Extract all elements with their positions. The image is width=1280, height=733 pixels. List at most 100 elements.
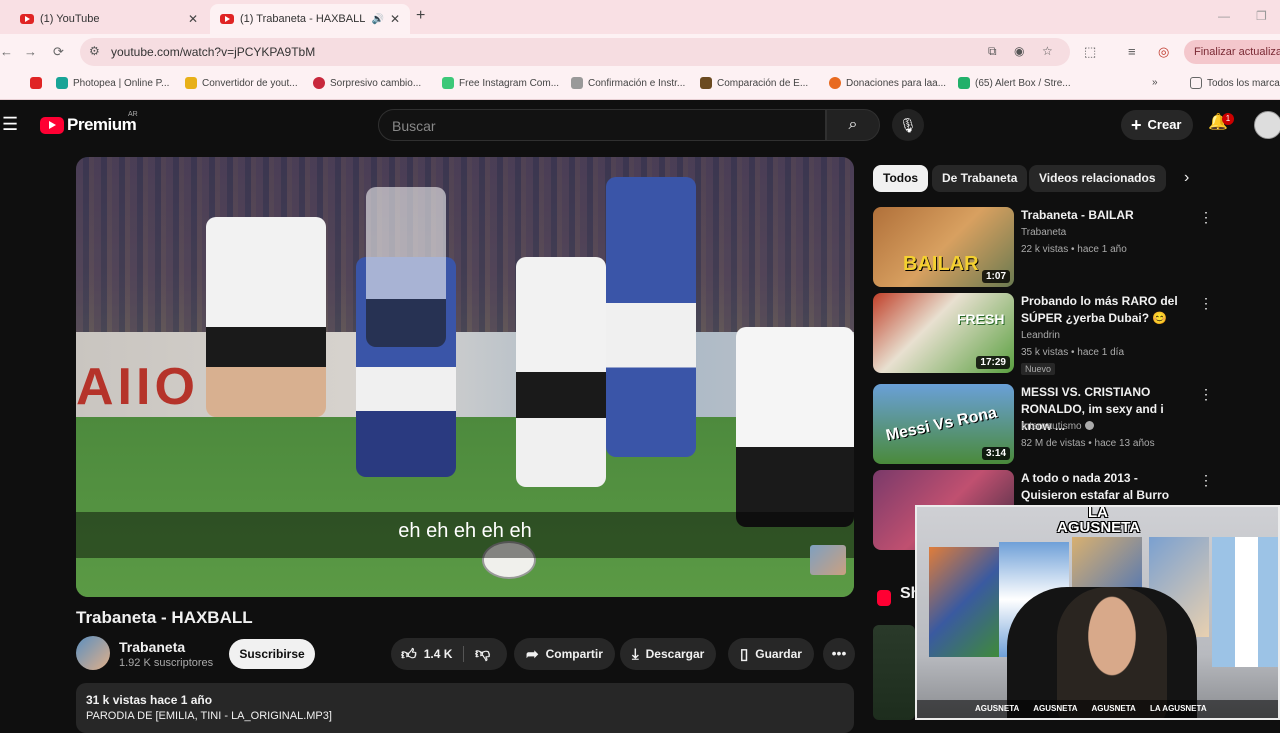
bookmark-item[interactable]: Sorpresivo cambio... xyxy=(313,77,421,89)
more-vertical-icon[interactable]: ⋮ xyxy=(1199,472,1213,489)
channel-name-text: Internautismo xyxy=(1021,421,1082,432)
bookmark-label: Sorpresivo cambio... xyxy=(330,77,422,89)
maximize-icon[interactable]: ❐ xyxy=(1256,9,1267,23)
bookmark-youtube[interactable] xyxy=(30,77,47,89)
close-tab-icon[interactable]: ✕ xyxy=(188,12,198,26)
share-button[interactable]: ➦ Compartir xyxy=(514,638,615,670)
recommendation-title: Probando lo más RARO del SÚPER ¿yerba Du… xyxy=(1021,294,1178,325)
chevron-right-icon[interactable]: › xyxy=(1184,169,1189,187)
subscribe-button[interactable]: Suscribirse xyxy=(229,639,315,669)
channel-name[interactable]: Trabaneta xyxy=(119,639,185,655)
download-icon: ⤓ xyxy=(632,646,639,663)
reload-icon[interactable]: ⟳ xyxy=(53,44,64,60)
speaker-icon[interactable]: 🔊 xyxy=(371,14,383,25)
recommendation-channel: Trabaneta xyxy=(1021,227,1067,238)
comparison-icon xyxy=(700,77,712,89)
news-icon xyxy=(313,77,325,89)
chip-de-trabaneta[interactable]: De Trabaneta xyxy=(932,165,1028,192)
more-vertical-icon[interactable]: ⋮ xyxy=(1199,386,1213,403)
chip-videos-relacionados[interactable]: Videos relacionados xyxy=(1029,165,1166,192)
thumbnail-text: Messi Vs Rona xyxy=(884,404,999,445)
thumbnail-text: BAILAR xyxy=(903,253,979,275)
eye-off-icon[interactable]: ◉ xyxy=(1014,44,1024,58)
media-control-icon[interactable]: ≡ xyxy=(1128,44,1136,59)
description-box[interactable]: 31 k vistas hace 1 año PARODIA DE [EMILI… xyxy=(76,683,854,733)
bookmark-star-icon[interactable]: ☆ xyxy=(1042,44,1053,58)
account-avatar[interactable] xyxy=(1254,111,1280,139)
extensions-icon[interactable]: ⬚ xyxy=(1084,44,1096,60)
instagram-handle: AGUSNETA xyxy=(975,704,1020,713)
player-figure xyxy=(606,177,696,457)
video-thumbnail: Messi Vs Rona 3:14 xyxy=(873,384,1014,464)
x-handle: AGUSNETA xyxy=(1033,704,1078,713)
voice-search-button[interactable]: 🎙 xyxy=(892,109,924,141)
bookmark-label: Confirmación e Instr... xyxy=(588,77,686,89)
more-actions-button[interactable]: ••• xyxy=(823,638,855,670)
bookmark-item[interactable]: Confirmación e Instr... xyxy=(571,77,685,89)
like-dislike-group: 👍︎ 1.4 K 👎︎ xyxy=(391,638,507,670)
video-player[interactable]: AIIO eh eh eh eh eh xyxy=(76,157,854,597)
close-tab-icon[interactable]: ✕ xyxy=(390,12,400,26)
bookmark-item[interactable]: Donaciones para laa... xyxy=(829,77,946,89)
address-bar[interactable]: ⚙ youtube.com/watch?v=jPCYKPA9TbM xyxy=(80,38,1070,66)
video-duration: 3:14 xyxy=(981,447,1010,460)
more-vertical-icon[interactable]: ⋮ xyxy=(1199,295,1213,312)
player-figure xyxy=(206,217,326,417)
link-icon xyxy=(571,77,583,89)
recommendation-item[interactable]: Messi Vs Rona 3:14 MESSI VS. CRISTIANO R… xyxy=(873,384,1213,464)
save-label: Guardar xyxy=(755,647,802,661)
thumbs-down-icon: 👎︎ xyxy=(475,645,491,662)
more-bookmarks-icon[interactable]: » xyxy=(1152,77,1158,88)
youtube-logo[interactable]: Premium AR xyxy=(40,111,138,135)
bookmark-item[interactable]: Convertidor de yout... xyxy=(185,77,298,89)
shorts-thumbnail[interactable] xyxy=(873,625,915,720)
tab-youtube[interactable]: (1) YouTube ✕ xyxy=(10,4,208,34)
converter-icon xyxy=(185,77,197,89)
chip-todos[interactable]: Todos xyxy=(873,165,929,192)
menu-icon[interactable]: ☰ xyxy=(2,114,18,135)
video-title: Trabaneta - HAXBALL xyxy=(76,608,253,627)
forward-icon[interactable]: → xyxy=(24,44,37,59)
search-button[interactable]: ⌕ xyxy=(826,109,880,141)
video-duration: 17:29 xyxy=(976,356,1010,369)
channel-avatar[interactable] xyxy=(76,636,110,670)
browser-tab-bar: (1) YouTube ✕ (1) Trabaneta - HAXBALL - … xyxy=(0,0,1280,34)
webcam-overlay: LA AGUSNETA AGUSNETA AGUSNETA AGUSNETA L… xyxy=(915,505,1280,720)
view-count-date: 31 k vistas hace 1 año xyxy=(86,693,213,707)
install-icon[interactable]: ⧉ xyxy=(988,44,997,59)
channel-watermark[interactable] xyxy=(810,545,846,575)
bookmark-item[interactable]: Free Instagram Com... xyxy=(442,77,559,89)
search-input[interactable]: Buscar xyxy=(378,109,826,141)
recommendation-channel: Internautismo xyxy=(1021,421,1094,432)
share-label: Compartir xyxy=(545,647,603,661)
bookmark-item[interactable]: Comparación de E... xyxy=(700,77,808,89)
browser-toolbar: ← → ⟳ ⚙ youtube.com/watch?v=jPCYKPA9TbM … xyxy=(0,34,1280,70)
download-label: Descargar xyxy=(645,647,705,661)
bookmark-label: Donaciones para laa... xyxy=(846,77,947,89)
youtube-icon xyxy=(30,77,42,89)
poster xyxy=(929,547,999,657)
like-button[interactable]: 👍︎ 1.4 K xyxy=(401,638,452,671)
update-button[interactable]: Finalizar actualización xyxy=(1184,40,1280,64)
profile-icon[interactable]: ◎ xyxy=(1158,44,1169,60)
new-tab-icon[interactable]: + xyxy=(416,7,425,25)
create-button[interactable]: + Crear xyxy=(1121,110,1194,140)
all-bookmarks[interactable]: Todos los marcadores xyxy=(1190,77,1280,89)
save-button[interactable]: ▯ Guardar xyxy=(728,638,814,670)
more-vertical-icon[interactable]: ⋮ xyxy=(1199,209,1213,226)
bookmark-item[interactable]: (65) Alert Box / Stre... xyxy=(958,77,1071,89)
youtube-favicon-icon xyxy=(220,14,234,24)
video-thumbnail: BAILAR 1:07 xyxy=(873,207,1014,287)
recommendation-item[interactable]: FRESH 17:29 Probando lo más RARO del SÚP… xyxy=(873,293,1213,375)
back-icon[interactable]: ← xyxy=(0,44,13,59)
video-thumbnail: FRESH 17:29 xyxy=(873,293,1014,373)
minimize-icon[interactable]: — xyxy=(1218,9,1230,23)
tab-trabaneta[interactable]: (1) Trabaneta - HAXBALL - Y 🔊 ✕ xyxy=(210,4,410,34)
dislike-button[interactable]: 👎︎ xyxy=(475,638,490,670)
site-info-icon[interactable]: ⚙ xyxy=(89,44,100,58)
bookmark-item[interactable]: Photopea | Online P... xyxy=(56,77,169,89)
bookmark-label: Todos los marcadores xyxy=(1207,77,1280,89)
recommendation-item[interactable]: BAILAR 1:07 Trabaneta - BAILAR Trabaneta… xyxy=(873,207,1213,287)
bookmarks-bar: Photopea | Online P... Convertidor de yo… xyxy=(0,70,1280,100)
download-button[interactable]: ⤓ Descargar xyxy=(620,638,717,670)
